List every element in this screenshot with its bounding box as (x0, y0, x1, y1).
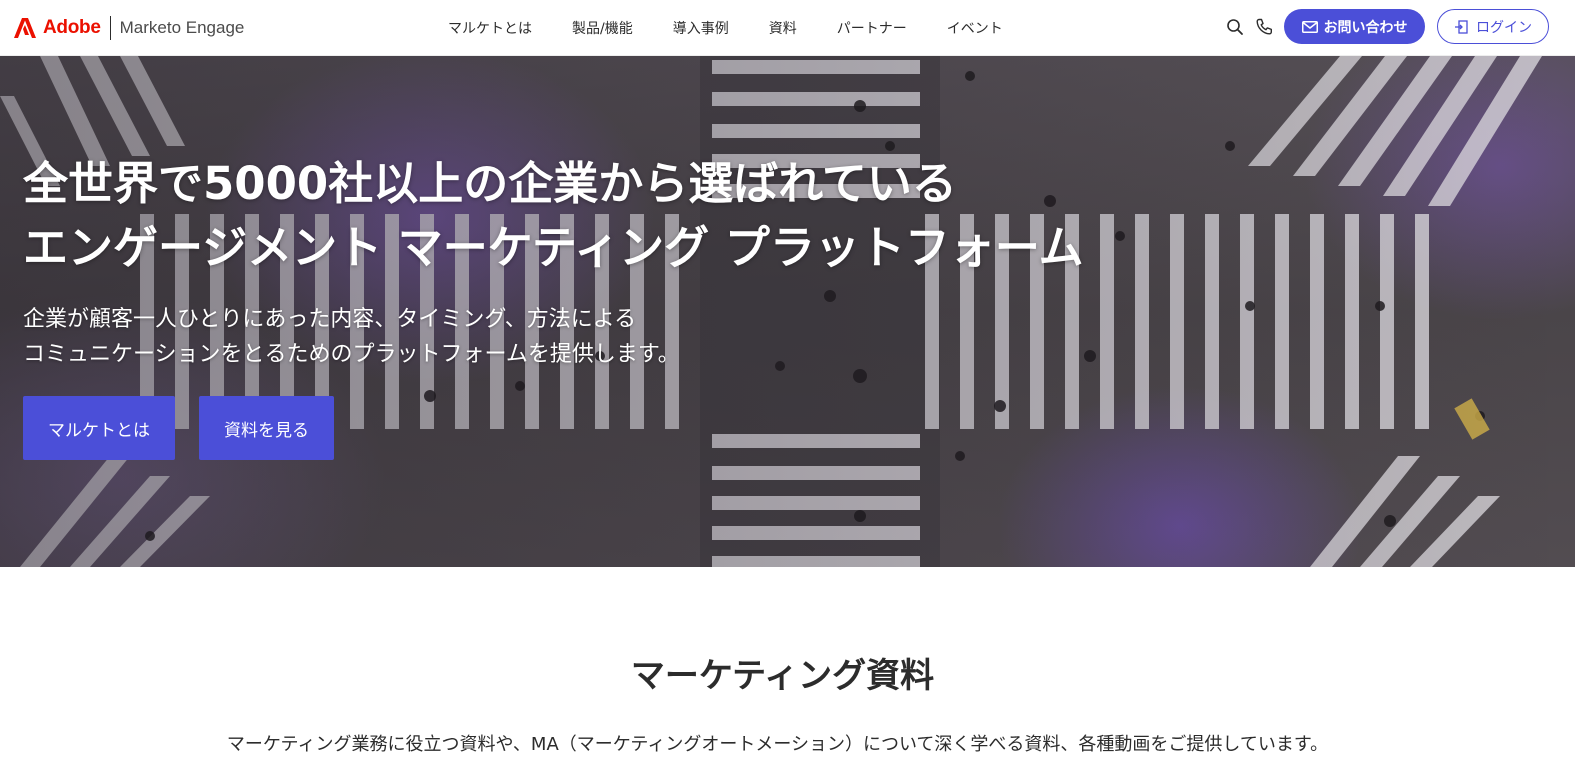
contact-button-label: お問い合わせ (1323, 19, 1408, 36)
view-resources-button[interactable]: 資料を見る (199, 396, 334, 460)
phone-icon[interactable] (1254, 17, 1274, 37)
contact-button[interactable]: お問い合わせ (1284, 9, 1425, 44)
brand-divider (109, 16, 111, 40)
nav-item-partners[interactable]: パートナー (837, 18, 907, 38)
nav-item-resources[interactable]: 資料 (769, 18, 797, 38)
hero-title: 全世界で5000社以上の企業から選ばれている エンゲージメント マーケティング … (23, 152, 1084, 280)
login-button-label: ログイン (1476, 19, 1532, 36)
nav-item-events[interactable]: イベント (947, 18, 1003, 38)
site-header: Adobe Marketo Engage マルケトとは 製品/機能 導入事例 資… (0, 0, 1575, 56)
hero-subtitle-line2: コミュニケーションをとるためのプラットフォームを提供します。 (23, 342, 680, 367)
hero-banner: 全世界で5000社以上の企業から選ばれている エンゲージメント マーケティング … (0, 56, 1575, 567)
brand-company: Adobe (43, 17, 101, 38)
main-nav: マルケトとは 製品/機能 導入事例 資料 パートナー イベント (448, 0, 1043, 56)
nav-item-products[interactable]: 製品/機能 (572, 18, 633, 38)
section-description: マーケティング業務に役立つ資料や、MA（マーケティングオートメーション）について… (226, 734, 1329, 755)
nav-item-cases[interactable]: 導入事例 (673, 18, 729, 38)
login-button[interactable]: ログイン (1437, 9, 1549, 44)
hero-subtitle: 企業が顧客一人ひとりにあった内容、タイミング、方法による コミュニケーションをと… (23, 302, 680, 372)
section-title: マーケティング資料 (630, 656, 935, 696)
hero-title-line2: エンゲージメント マーケティング プラットフォーム (23, 221, 1084, 274)
mail-icon (1301, 20, 1318, 33)
nav-item-about[interactable]: マルケトとは (448, 18, 532, 38)
adobe-logo-icon (14, 18, 36, 38)
brand-product: Marketo Engage (119, 18, 245, 37)
about-marketo-button[interactable]: マルケトとは (23, 396, 175, 460)
search-icon[interactable] (1225, 17, 1245, 37)
login-icon (1455, 19, 1468, 34)
brand-logo[interactable]: Adobe Marketo Engage (13, 14, 244, 42)
hero-subtitle-line1: 企業が顧客一人ひとりにあった内容、タイミング、方法による (23, 307, 637, 332)
hero-title-line1: 全世界で5000社以上の企業から選ばれている (23, 157, 957, 210)
